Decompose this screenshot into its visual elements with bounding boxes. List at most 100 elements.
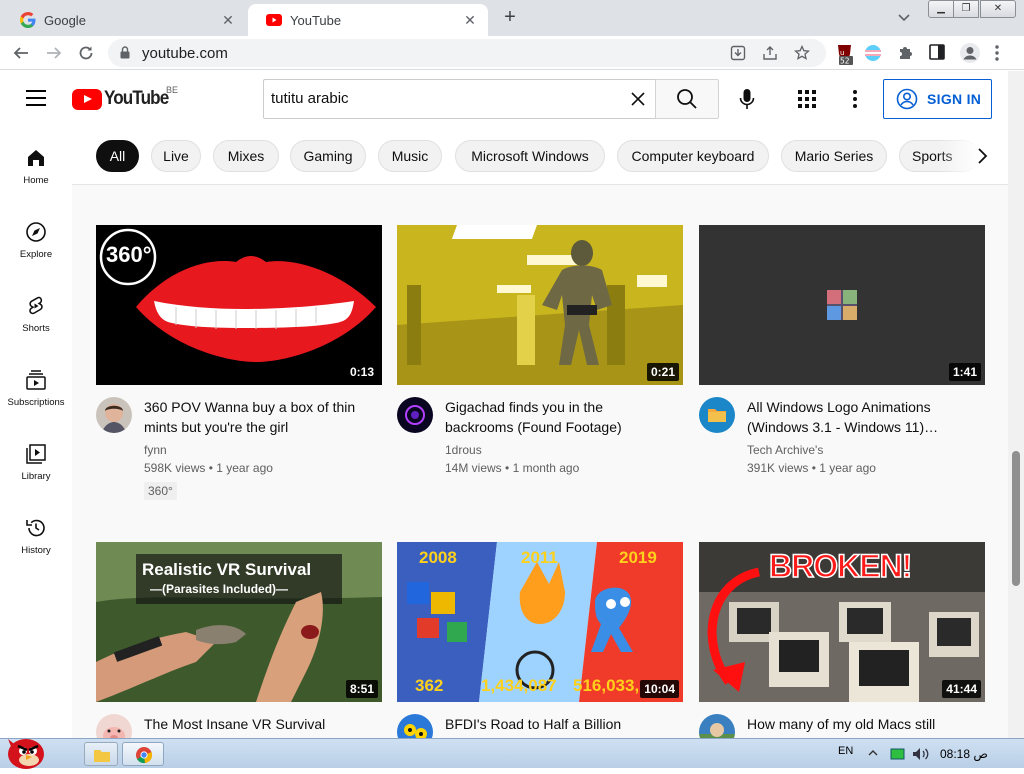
more-options-icon[interactable] bbox=[845, 87, 865, 111]
channel-avatar[interactable] bbox=[96, 714, 132, 738]
video-metadata: 391K views • 1 year ago bbox=[747, 461, 876, 475]
chip-all[interactable]: All bbox=[96, 140, 139, 172]
start-button-angry-bird-icon[interactable] bbox=[2, 731, 48, 769]
taskbar-explorer-button[interactable] bbox=[84, 742, 118, 766]
video-title[interactable]: All Windows Logo Animations (Windows 3.1… bbox=[747, 397, 977, 437]
video-card[interactable]: 0:21 Gigachad finds you in the backrooms… bbox=[397, 225, 683, 475]
video-thumbnail[interactable]: BROKEN! 41:44 bbox=[699, 542, 985, 702]
channel-name[interactable]: 1drous bbox=[445, 443, 482, 457]
close-icon[interactable]: ✕ bbox=[220, 12, 236, 28]
sidebar-item-label: Home bbox=[23, 175, 49, 186]
sidebar-item-explore[interactable]: Explore bbox=[0, 221, 72, 295]
video-thumbnail[interactable]: Realistic VR Survival —(Parasites Includ… bbox=[96, 542, 382, 702]
channel-name[interactable]: Tech Archive's bbox=[747, 443, 823, 457]
chip-mario-series[interactable]: Mario Series bbox=[781, 140, 887, 172]
minimize-window-button[interactable]: ▁ bbox=[928, 0, 954, 18]
ublock-extension-icon[interactable]: u 52 bbox=[836, 44, 854, 66]
restore-window-button[interactable]: ❐ bbox=[953, 0, 979, 18]
bookmark-star-icon[interactable] bbox=[792, 43, 812, 63]
channel-avatar[interactable] bbox=[96, 397, 132, 433]
close-icon[interactable]: ✕ bbox=[462, 12, 478, 28]
video-thumbnail[interactable]: 1:41 bbox=[699, 225, 985, 385]
new-tab-plus-icon[interactable]: + bbox=[498, 6, 522, 30]
video-card[interactable]: Realistic VR Survival —(Parasites Includ… bbox=[96, 542, 382, 738]
chevron-right-icon[interactable] bbox=[970, 144, 994, 168]
video-title[interactable]: Gigachad finds you in the backrooms (Fou… bbox=[445, 397, 675, 437]
system-clock[interactable]: 08:18 ص bbox=[940, 747, 988, 761]
forward-arrow-icon[interactable] bbox=[42, 41, 66, 65]
upload-age: 1 year ago bbox=[819, 461, 876, 475]
youtube-logo[interactable]: YouTube bbox=[72, 88, 175, 110]
video-title[interactable]: 360 POV Wanna buy a box of thin mints bu… bbox=[144, 397, 374, 437]
video-title[interactable]: BFDI's Road to Half a Billion bbox=[445, 714, 675, 734]
view-count: 391K views bbox=[747, 461, 809, 475]
microphone-icon[interactable] bbox=[735, 87, 759, 111]
page-scrollbar[interactable] bbox=[1008, 71, 1024, 738]
chip-gaming[interactable]: Gaming bbox=[290, 140, 366, 172]
chip-microsoft-windows[interactable]: Microsoft Windows bbox=[455, 140, 605, 172]
install-app-icon[interactable] bbox=[728, 43, 748, 63]
sidebar-item-subscriptions[interactable]: Subscriptions bbox=[0, 369, 72, 443]
back-arrow-icon[interactable] bbox=[9, 41, 33, 65]
thumbnail-text: 516,033, bbox=[573, 676, 640, 695]
tab-title: YouTube bbox=[290, 12, 342, 28]
channel-avatar[interactable] bbox=[397, 714, 433, 738]
browser-menu-dots-icon[interactable] bbox=[994, 44, 1012, 62]
channel-avatar[interactable] bbox=[699, 714, 735, 738]
flag-extension-icon[interactable] bbox=[864, 44, 882, 62]
close-window-button[interactable]: ✕ bbox=[980, 0, 1016, 18]
video-title[interactable]: How many of my old Macs still bbox=[747, 714, 977, 734]
thumbnail-text: 362 bbox=[415, 676, 444, 695]
apps-grid-icon[interactable] bbox=[797, 89, 817, 109]
reload-icon[interactable] bbox=[74, 41, 98, 65]
video-card[interactable]: 360° 0:13 360 POV Wanna buy a box of thi… bbox=[96, 225, 382, 500]
video-card[interactable]: BROKEN! 41:44 How many of my old Macs st… bbox=[699, 542, 985, 738]
sidebar-item-label: Explore bbox=[19, 249, 53, 260]
battery-icon[interactable] bbox=[890, 747, 906, 761]
view-count: 598K views bbox=[144, 461, 206, 475]
account-circle-icon bbox=[896, 88, 918, 110]
history-icon bbox=[26, 519, 45, 537]
volume-icon[interactable] bbox=[912, 747, 930, 761]
chip-computer-keyboard[interactable]: Computer keyboard bbox=[617, 140, 769, 172]
video-card[interactable]: 1:41 All Windows Logo Animations (Window… bbox=[699, 225, 985, 475]
channel-name[interactable]: fynn bbox=[144, 443, 167, 457]
input-language-indicator[interactable]: EN bbox=[838, 745, 853, 757]
tab-youtube[interactable]: YouTube ✕ bbox=[248, 4, 488, 36]
video-thumbnail[interactable]: 360° 0:13 bbox=[96, 225, 382, 385]
sidebar-item-label: Shorts bbox=[22, 323, 50, 334]
sidebar-item-shorts[interactable]: Shorts bbox=[0, 295, 72, 369]
tab-google[interactable]: Google ✕ bbox=[2, 4, 246, 36]
chip-live[interactable]: Live bbox=[151, 140, 201, 172]
puzzle-extensions-icon[interactable] bbox=[897, 44, 915, 62]
channel-avatar[interactable] bbox=[397, 397, 433, 433]
sidebar-item-history[interactable]: History bbox=[0, 517, 72, 591]
clear-search-icon[interactable] bbox=[628, 89, 648, 109]
sidebar-item-label: Library bbox=[21, 471, 51, 482]
scrollbar-thumb[interactable] bbox=[1012, 451, 1020, 586]
hamburger-menu-icon[interactable] bbox=[26, 90, 46, 106]
search-button[interactable] bbox=[655, 79, 719, 119]
chip-music[interactable]: Music bbox=[378, 140, 442, 172]
youtube-play-logo-icon bbox=[72, 88, 102, 110]
tray-expand-icon[interactable] bbox=[868, 748, 878, 758]
video-thumbnail[interactable]: 2008 2011 2019 362 1,434,087 516,033, 10… bbox=[397, 542, 683, 702]
taskbar-chrome-button[interactable] bbox=[122, 742, 164, 766]
sidebar-item-home[interactable]: Home bbox=[0, 147, 72, 221]
os-taskbar: EN 08:18 ص bbox=[0, 738, 1024, 769]
video-title[interactable]: The Most Insane VR Survival bbox=[144, 714, 374, 734]
channel-avatar[interactable] bbox=[699, 397, 735, 433]
chevron-down-icon[interactable] bbox=[894, 8, 914, 28]
chip-mixes[interactable]: Mixes bbox=[213, 140, 279, 172]
duration-badge: 41:44 bbox=[942, 680, 981, 698]
profile-avatar-icon[interactable] bbox=[959, 42, 980, 63]
side-panel-icon[interactable] bbox=[929, 44, 947, 62]
thumbnail-text: BROKEN! bbox=[768, 547, 913, 585]
sign-in-button[interactable]: SIGN IN bbox=[883, 79, 992, 119]
address-bar[interactable]: youtube.com bbox=[108, 39, 826, 67]
video-card[interactable]: 2008 2011 2019 362 1,434,087 516,033, 10… bbox=[397, 542, 683, 738]
video-thumbnail[interactable]: 0:21 bbox=[397, 225, 683, 385]
share-icon[interactable] bbox=[760, 43, 780, 63]
sidebar-item-library[interactable]: Library bbox=[0, 443, 72, 517]
search-input[interactable]: tutitu arabic bbox=[263, 79, 656, 119]
